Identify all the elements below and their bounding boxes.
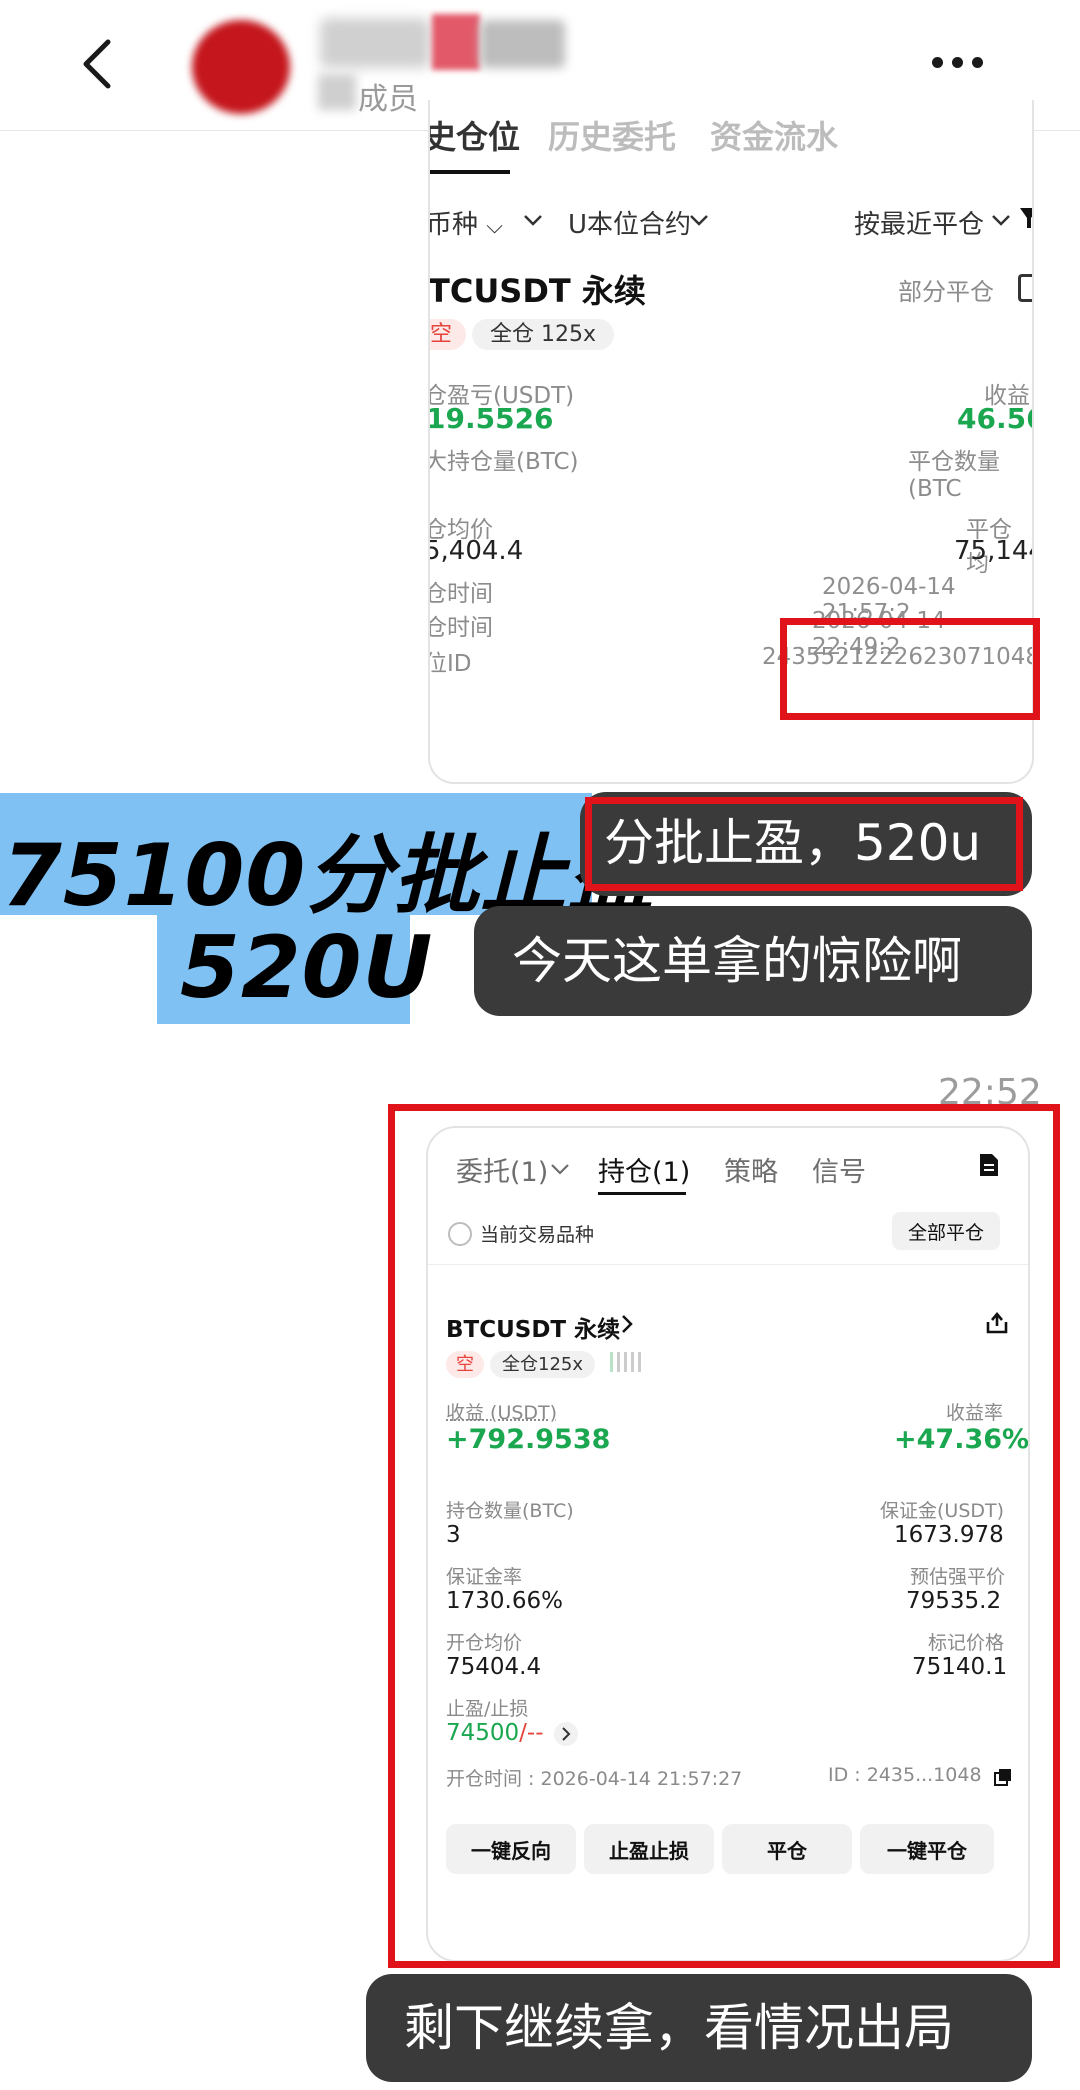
position-id-label: 位ID [428, 651, 472, 677]
tab-underline [430, 170, 510, 174]
annotation-box-position [388, 1104, 1060, 1968]
tab-history-position: 史仓位 [430, 118, 521, 156]
chevron-down-icon [992, 215, 1010, 226]
message-bubble[interactable]: 今天这单拿的惊险啊 [474, 906, 1032, 1016]
chat-subtitle: 成员 [358, 82, 418, 117]
chevron-down-icon [524, 215, 542, 226]
chevron-down-icon: ⌵ [486, 214, 503, 239]
redacted-name [320, 18, 430, 68]
more-horizontal-icon [932, 57, 943, 68]
message-bubble[interactable]: 剩下继续拿，看情况出局 [366, 1974, 1032, 2082]
status-label: 部分平仓 [898, 278, 994, 306]
avatar[interactable] [192, 20, 290, 114]
pnl-value: 19.5526 [428, 402, 554, 435]
open-avg-value: 5,404.4 [428, 536, 524, 566]
close-qty-label: 平仓数量(BTC [908, 449, 1000, 502]
close-avg-value: 75,144. [954, 536, 1032, 566]
tab-history-orders: 历史委托 [548, 118, 677, 156]
caption-line2: 520U [180, 918, 434, 1018]
filter-currency: 币种 ⌵ [428, 210, 503, 240]
back-button[interactable] [72, 36, 122, 92]
margin-tag: 全仓 125x [472, 316, 615, 350]
message-text: 今天这单拿的惊险啊 [512, 932, 962, 990]
rate-value: 46.56 [957, 402, 1032, 435]
tab-fund-flow: 资金流水 [710, 118, 839, 156]
redacted-name [480, 20, 565, 68]
chevron-down-icon [690, 215, 708, 226]
redacted-name [318, 74, 356, 110]
share-icon [1018, 274, 1032, 302]
max-hold-label: 大持仓量(BTC) [428, 449, 579, 475]
side-tag: 空 [430, 316, 467, 350]
filter-sort: 按最近平仓 [854, 210, 985, 240]
open-time-label: 仓时间 [428, 581, 493, 607]
message-text: 剩下继续拿，看情况出局 [404, 1999, 954, 2057]
filter-contract: U本位合约 [568, 210, 692, 240]
redacted-name [432, 14, 480, 70]
more-button[interactable] [928, 50, 988, 74]
symbol-name: TCUSDT 永续 [428, 272, 646, 310]
close-time-label: 仓时间 [428, 615, 493, 641]
filter-icon [1020, 208, 1032, 228]
history-tabs: 史仓位 历史委托 资金流水 [430, 100, 1032, 160]
annotation-box-times [780, 618, 1040, 720]
annotation-box-message [585, 797, 1023, 891]
